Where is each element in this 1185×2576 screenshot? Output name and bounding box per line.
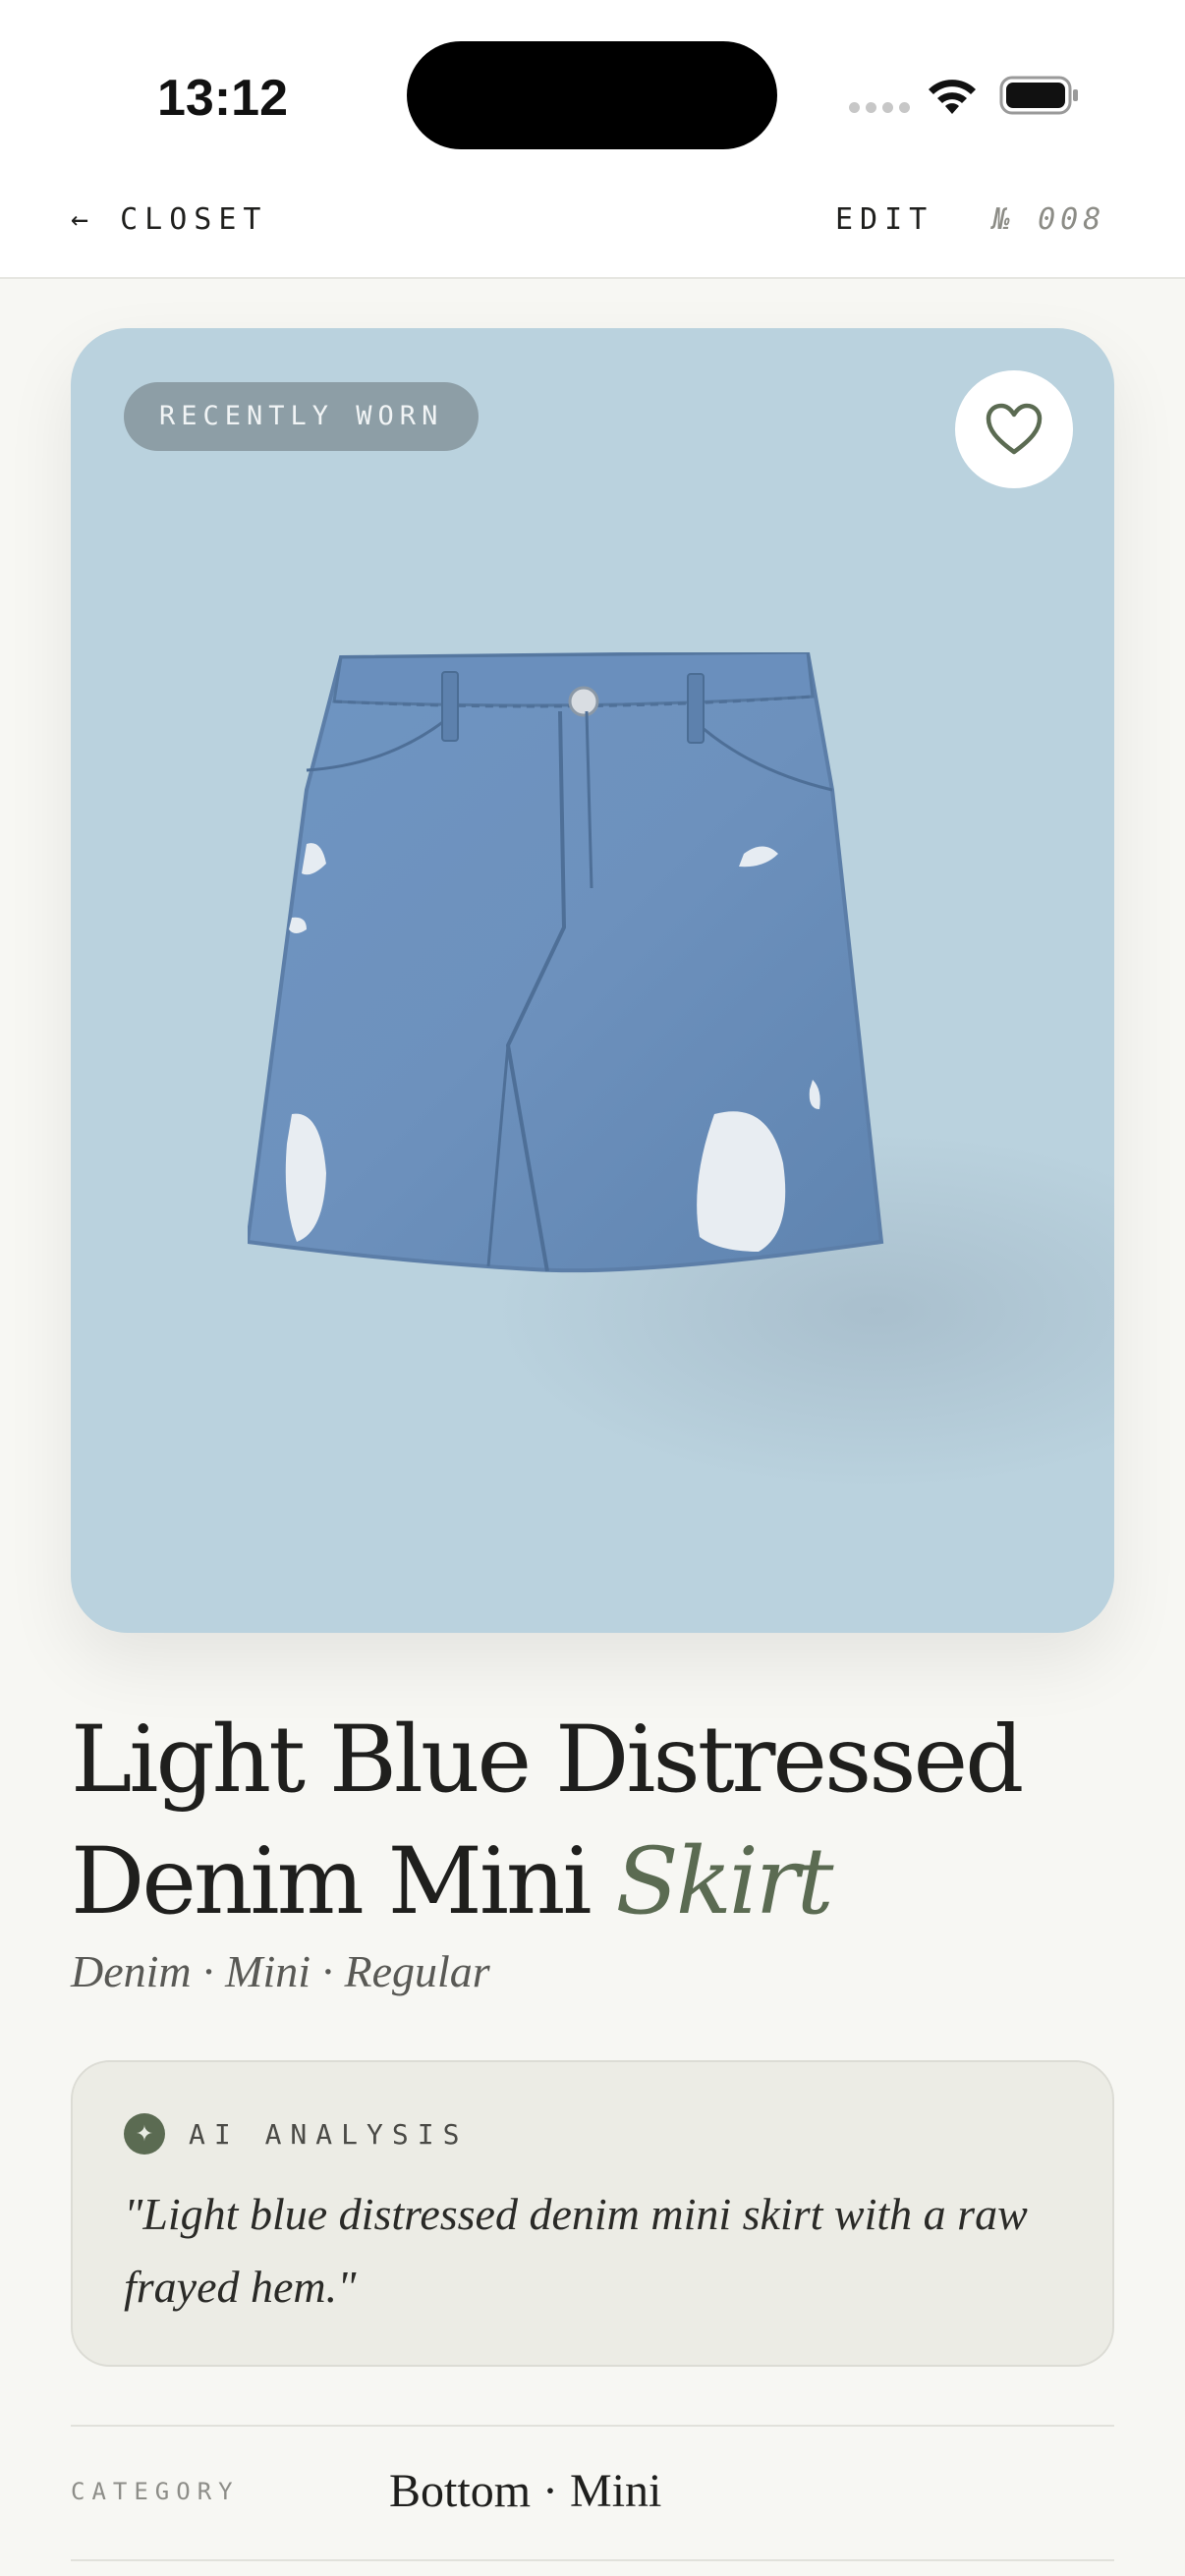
battery-icon	[999, 76, 1078, 115]
item-title-accent: Skirt	[615, 1828, 833, 1935]
detail-value-category: Bottom · Mini	[389, 2465, 662, 2517]
signal-dots-icon	[849, 102, 910, 113]
ai-analysis-card: ✦ AI ANALYSIS "Light blue distressed den…	[71, 2060, 1114, 2367]
sparkle-icon: ✦	[124, 2113, 165, 2155]
back-to-closet-button[interactable]: ← CLOSET	[71, 202, 268, 237]
item-title: Light Blue Distressed Denim Mini Skirt	[71, 1700, 1132, 1943]
dynamic-island	[407, 41, 777, 149]
status-time: 13:12	[157, 70, 288, 127]
ai-analysis-label: AI ANALYSIS	[189, 2117, 469, 2151]
item-subtitle: Denim · Mini · Regular	[71, 1946, 490, 1996]
ai-analysis-quote: "Light blue distressed denim mini skirt …	[124, 2189, 1028, 2312]
item-number: № 008	[992, 202, 1106, 237]
status-bar: 13:12	[0, 0, 1185, 177]
item-title-main: Light Blue Distressed Denim Mini	[71, 1707, 1024, 1935]
denim-skirt-photo	[248, 652, 884, 1273]
favorite-button[interactable]	[955, 370, 1073, 488]
heart-icon	[986, 403, 1043, 455]
ai-analysis-header: ✦ AI ANALYSIS	[124, 2113, 468, 2155]
wifi-icon	[929, 80, 976, 114]
detail-label-category: CATEGORY	[71, 2478, 240, 2505]
recently-worn-badge: RECENTLY WORN	[124, 382, 480, 451]
item-photo-card: RECENTLY WORN	[71, 328, 1114, 1633]
divider	[71, 2559, 1114, 2561]
edit-button[interactable]: EDIT	[835, 202, 933, 237]
top-nav: ← CLOSET EDIT № 008	[0, 177, 1185, 279]
divider	[71, 2425, 1114, 2427]
